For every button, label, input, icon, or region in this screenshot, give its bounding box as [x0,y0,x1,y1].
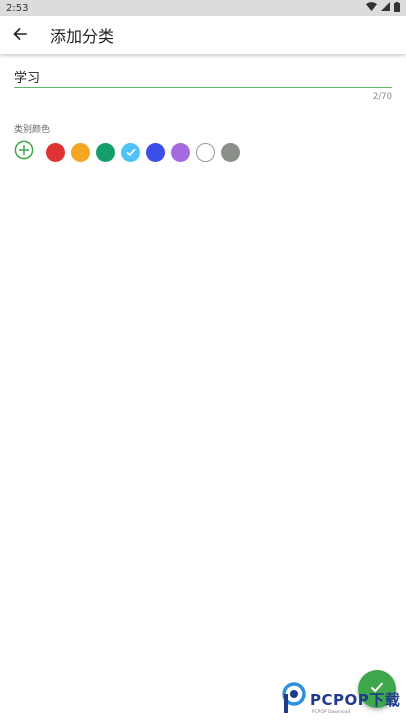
arrow-left-icon [13,26,27,45]
status-bar: 2:53 [0,0,406,16]
color-swatch[interactable] [171,142,190,162]
color-swatch[interactable] [121,142,140,162]
color-swatch[interactable] [96,142,115,162]
status-time: 2:53 [6,2,29,14]
app-bar: 添加分类 [0,16,406,54]
color-picker-row [14,140,246,164]
check-icon [125,143,137,162]
page-title: 添加分类 [50,27,115,46]
signal-icon [381,2,390,14]
color-swatch[interactable] [46,142,65,162]
status-icons [366,1,400,15]
back-button[interactable] [0,16,40,54]
watermark: PCPOP下载 PCPOP Download [282,682,406,718]
color-swatch[interactable] [71,142,90,162]
color-swatches [46,142,246,162]
plus-circle-icon [14,140,34,164]
color-swatch[interactable] [196,142,215,162]
color-swatch[interactable] [221,142,240,162]
screen: 2:53 添加分类 2/70 类别颜色 [0,0,406,720]
add-color-button[interactable] [14,140,34,164]
color-swatch[interactable] [146,142,165,162]
battery-icon [394,1,400,15]
category-name-field[interactable] [14,66,392,88]
watermark-subtitle: PCPOP Download [312,709,351,714]
watermark-logo-icon [282,682,308,718]
wifi-icon [366,2,377,14]
category-color-label: 类别颜色 [14,125,51,135]
character-counter: 2/70 [372,92,392,102]
category-name-input[interactable] [14,69,392,84]
watermark-brand: PCPOP下载 [310,690,401,709]
